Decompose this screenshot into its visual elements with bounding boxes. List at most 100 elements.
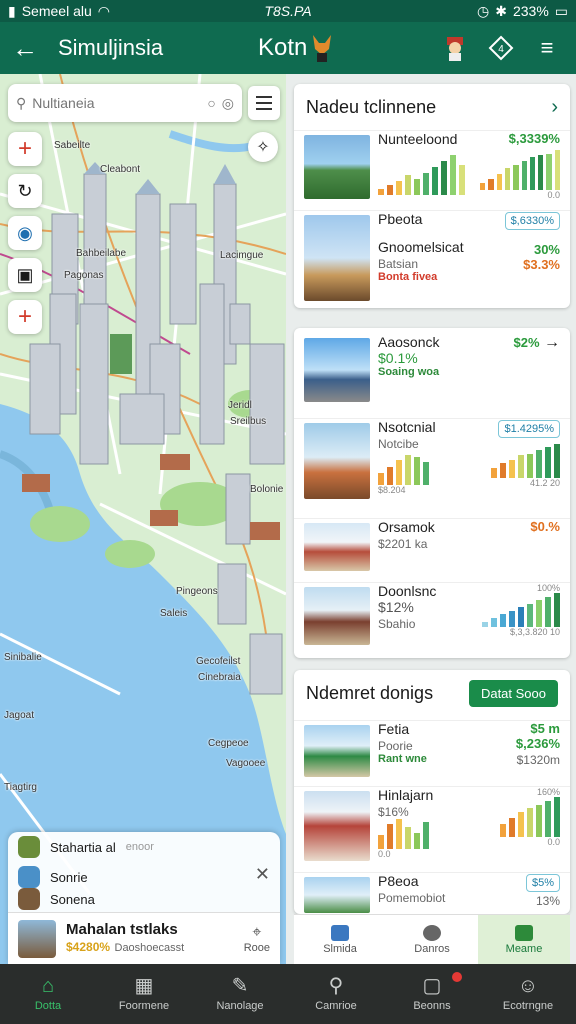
nav-notes[interactable]: ✎ Nanolage	[192, 964, 288, 1024]
item-value: $5 m	[530, 721, 560, 736]
nav-label: Ecotrngne	[502, 1000, 554, 1012]
map-label: Bolonie	[250, 484, 284, 495]
directions-button[interactable]: ⌖ Rooe	[244, 924, 270, 954]
tab-label: Danros	[414, 942, 450, 955]
sheet-hint: enoor	[125, 841, 154, 853]
place-card[interactable]: Mahalan tstlaks $4280% Daoshoecasst ⌖ Ro…	[8, 912, 280, 964]
list-item[interactable]: Doonlsnc $12% Sbahio 100% $,3,3.820 10	[294, 582, 570, 654]
map-search-bar[interactable]: ⚲ ○ ◎	[8, 84, 242, 122]
list-item[interactable]: Orsamok $2201 ka $0.%	[294, 518, 570, 578]
nav-forms[interactable]: ▦ Foormene	[96, 964, 192, 1024]
voice-icon[interactable]: ◎	[222, 95, 234, 112]
list-item[interactable]: P8eoa Pomemobiot $5% 13%	[294, 872, 570, 914]
chart-bar	[527, 808, 533, 837]
tab-map[interactable]: Slmida	[294, 915, 386, 964]
item-subtitle: $16%	[378, 805, 409, 819]
nav-inbox[interactable]: ▢ Beonns	[384, 964, 480, 1024]
map-label: Gecofeilst	[196, 656, 241, 667]
search-icon: ⚲	[16, 94, 27, 111]
item-subtitle: Poorie	[378, 739, 413, 753]
chart-bar	[450, 155, 456, 195]
place-thumbnail	[18, 919, 56, 958]
value-chip: $1.4295%	[498, 420, 560, 438]
add-marker-icon[interactable]: +	[8, 132, 42, 166]
card-title: Ndemret donigs	[306, 682, 434, 703]
alarm-icon: ◷	[477, 2, 490, 19]
tab-settings[interactable]: Danros	[386, 915, 478, 964]
chart-bar	[491, 618, 497, 627]
sheet-row[interactable]: Stahartia al enoor	[8, 832, 280, 862]
details-button[interactable]: Datat Sooo	[468, 679, 558, 707]
locate-icon[interactable]: ✧	[248, 132, 278, 162]
add-route-icon[interactable]: +	[8, 300, 42, 334]
inbox-icon: ▢	[422, 975, 442, 997]
status-bar: ▮ Semeel alu ◠ T8S.PA ◷ ✱ 233% ▭	[0, 0, 576, 22]
layers-icon[interactable]: ▣	[8, 258, 42, 292]
item-value: 30%	[533, 242, 560, 257]
place-thumbnail	[304, 877, 370, 913]
arrow-right-icon[interactable]: →	[544, 334, 560, 351]
chart-bar	[554, 150, 560, 190]
edit-icon: ✎	[231, 975, 249, 997]
chart-bar	[504, 168, 511, 190]
map-label: Lacimgue	[220, 250, 264, 261]
item-name: Doonlsnc	[378, 583, 437, 599]
sheet-row[interactable]: Sonena	[8, 884, 105, 914]
city-map[interactable]: Sabeilte Cleabont Bahbeilabe Lacimgue Pa…	[0, 74, 286, 964]
list-item[interactable]: Fetia Poorie Rant wne $5 m $,236% $1320m	[294, 720, 570, 784]
item-value: $0.%	[530, 519, 560, 534]
chart-bar	[432, 167, 438, 195]
nav-label: Dotta	[34, 1000, 62, 1012]
bluetooth-icon: ✱	[495, 2, 507, 19]
list-item[interactable]: Nsotcnial Notcibe $8.204 $1.4295% 41.2 2…	[294, 418, 570, 514]
recommended-card: Ndemret donigs Datat Sooo Fetia Poorie R…	[294, 670, 570, 914]
item-name: P8eoa	[378, 873, 419, 889]
tab-home[interactable]: Meame	[478, 915, 570, 964]
badge-icon[interactable]: 4	[484, 31, 518, 65]
chart-bar	[423, 822, 429, 849]
chart-bar	[491, 468, 497, 478]
list-item[interactable]: Pbeota Gnoomelsicat Batsian Bonta fivea …	[294, 210, 570, 306]
place-thumbnail	[304, 587, 370, 645]
axis-label: 0.0	[547, 837, 560, 847]
close-icon[interactable]: ✕	[255, 864, 270, 885]
axis-label: 0.0	[547, 190, 560, 200]
compass-icon[interactable]: ◉	[8, 216, 42, 250]
list-item[interactable]: Aaosonck $0.1% Soaing woa $2% →	[294, 334, 570, 414]
map-label: Pagonas	[64, 270, 104, 281]
sheet-row-label: Stahartia al	[50, 839, 116, 855]
map-label: Pingeons	[176, 586, 218, 597]
chart-bar	[387, 185, 393, 195]
map-bottom-sheet[interactable]: Stahartia al enoor Sonrie ✕ Sonena Mahal…	[8, 832, 280, 964]
character-avatar-icon[interactable]	[438, 31, 472, 65]
chevron-right-icon[interactable]: ›	[551, 96, 558, 119]
menu-icon[interactable]: ≡	[530, 31, 564, 65]
item-name: Aaosonck	[378, 334, 440, 350]
item-subtitle: Pomemobiot	[378, 891, 446, 905]
arrow-left-icon[interactable]: ←	[12, 33, 48, 64]
list-item[interactable]: Hinlajarn $16% 0.0 160% 0.0	[294, 786, 570, 870]
map-search-input[interactable]	[32, 95, 202, 111]
map-menu-button[interactable]	[248, 86, 280, 120]
axis-label: 160%	[536, 787, 560, 797]
nav-search[interactable]: ⚲ Camrioe	[288, 964, 384, 1024]
chart-bar	[396, 819, 402, 849]
chart-bar	[496, 174, 502, 190]
item-subtitle: Gnoomelsicat	[378, 239, 464, 255]
mini-bar-chart	[480, 150, 560, 190]
nav-profile[interactable]: ☺ Ecotrngne	[480, 964, 576, 1024]
magnifier-icon[interactable]: ○	[207, 95, 215, 111]
list-item[interactable]: Nunteeloond $,3339% 0.0	[294, 130, 570, 206]
item-name: Nunteeloond	[378, 131, 458, 147]
nav-home[interactable]: ⌂ Dotta	[0, 964, 96, 1024]
item-detail: 13%	[535, 894, 560, 908]
value-chip: $,6330%	[504, 212, 560, 230]
chart-bar	[536, 805, 542, 837]
place-thumbnail	[304, 338, 370, 402]
item-name: Pbeota	[378, 211, 423, 227]
rotate-icon[interactable]: ↻	[8, 174, 42, 208]
item-subtitle: $0.1%	[378, 350, 418, 366]
category-icon	[18, 888, 40, 910]
card-header[interactable]: Nadeu tclinnene ›	[294, 84, 570, 130]
item-value: $,236%	[515, 736, 560, 751]
